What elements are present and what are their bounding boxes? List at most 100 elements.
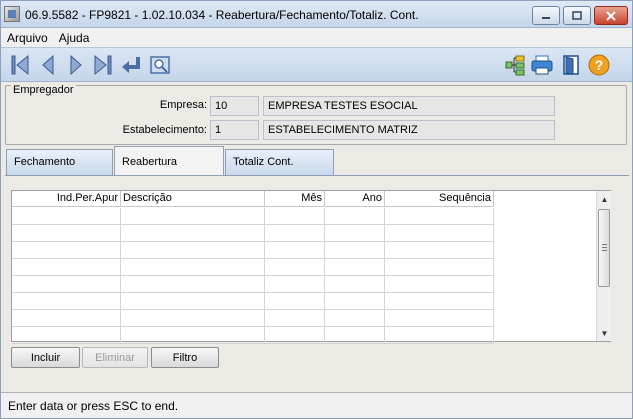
minimize-icon — [542, 16, 550, 19]
table-cell[interactable] — [325, 225, 385, 242]
table-cell[interactable] — [12, 276, 121, 293]
table-cell[interactable] — [325, 242, 385, 259]
previous-record-button[interactable] — [37, 54, 59, 76]
minimize-button[interactable] — [532, 6, 560, 25]
eliminar-button[interactable]: Eliminar — [82, 347, 148, 368]
title-bar[interactable]: 06.9.5582 - FP9821 - 1.02.10.034 - Reabe… — [1, 1, 632, 28]
table-cell[interactable] — [265, 310, 325, 327]
table-cell[interactable] — [325, 310, 385, 327]
table-row[interactable] — [12, 242, 494, 259]
return-icon — [122, 57, 140, 73]
previous-record-icon — [42, 54, 54, 76]
table-cell[interactable] — [12, 310, 121, 327]
status-text: Enter data or press ESC to end. — [8, 399, 179, 413]
table-cell[interactable] — [12, 225, 121, 242]
print-icon — [531, 55, 553, 75]
last-record-icon — [94, 54, 112, 76]
close-button[interactable] — [594, 6, 628, 25]
table-cell[interactable] — [121, 242, 265, 259]
maximize-button[interactable] — [563, 6, 591, 25]
tab-divider — [5, 175, 629, 176]
tree-icon — [505, 55, 525, 76]
filtro-button[interactable]: Filtro — [151, 347, 219, 368]
next-record-button[interactable] — [65, 54, 87, 76]
vertical-scrollbar[interactable]: ▲ ▼ — [596, 191, 611, 341]
table-row[interactable] — [12, 208, 494, 225]
table-cell[interactable] — [12, 242, 121, 259]
help-icon: ? — [588, 54, 610, 76]
table-cell[interactable] — [121, 208, 265, 225]
table-cell[interactable] — [325, 208, 385, 225]
table-cell[interactable] — [385, 225, 494, 242]
estabelecimento-code-field[interactable]: 1 — [210, 120, 259, 140]
scroll-thumb[interactable] — [598, 209, 610, 287]
table-row[interactable] — [12, 310, 494, 327]
tab-totaliz-cont[interactable]: Totaliz Cont. — [225, 149, 334, 175]
table-cell[interactable] — [265, 276, 325, 293]
table-cell[interactable] — [12, 208, 121, 225]
table-cell[interactable] — [265, 208, 325, 225]
column-header-ind-per-apur[interactable]: Ind.Per.Apur — [12, 191, 121, 207]
table-row[interactable] — [12, 259, 494, 276]
maximize-icon — [572, 11, 582, 20]
table-cell[interactable] — [12, 259, 121, 276]
table-row[interactable] — [12, 327, 494, 344]
print-button[interactable] — [531, 54, 553, 76]
reabertura-table[interactable]: Ind.Per.Apur Descrição Mês Ano Sequência… — [11, 190, 611, 344]
table-cell[interactable] — [385, 293, 494, 310]
table-cell[interactable] — [121, 225, 265, 242]
table-cell[interactable] — [121, 293, 265, 310]
table-row[interactable] — [12, 293, 494, 310]
application-window: 06.9.5582 - FP9821 - 1.02.10.034 - Reabe… — [0, 0, 633, 419]
table-cell[interactable] — [385, 208, 494, 225]
scroll-down-arrow[interactable]: ▼ — [597, 325, 612, 341]
empresa-code-field[interactable]: 10 — [210, 96, 259, 116]
column-header-descricao[interactable]: Descrição — [121, 191, 265, 207]
status-bar: Enter data or press ESC to end. — [1, 392, 632, 418]
empresa-label: Empresa: — [159, 99, 207, 111]
table-cell[interactable] — [265, 293, 325, 310]
table-cell[interactable] — [325, 259, 385, 276]
table-cell[interactable] — [385, 242, 494, 259]
table-cell[interactable] — [265, 259, 325, 276]
table-cell[interactable] — [325, 293, 385, 310]
help-button[interactable]: ? — [588, 54, 610, 76]
tab-fechamento[interactable]: Fechamento — [6, 149, 113, 175]
table-cell[interactable] — [385, 259, 494, 276]
menu-ajuda[interactable]: Ajuda — [53, 31, 95, 45]
table-cell[interactable] — [121, 327, 265, 344]
table-cell[interactable] — [325, 327, 385, 344]
svg-text:?: ? — [595, 57, 604, 73]
incluir-button[interactable]: Incluir — [11, 347, 80, 368]
table-cell[interactable] — [265, 327, 325, 344]
menu-arquivo[interactable]: Arquivo — [1, 31, 53, 45]
table-cell[interactable] — [121, 259, 265, 276]
table-cell[interactable] — [12, 327, 121, 344]
exit-button[interactable] — [560, 54, 582, 76]
return-button[interactable] — [120, 54, 142, 76]
table-cell[interactable] — [385, 310, 494, 327]
table-cell[interactable] — [265, 225, 325, 242]
table-cell[interactable] — [325, 276, 385, 293]
next-record-icon — [70, 54, 82, 76]
table-cell[interactable] — [385, 276, 494, 293]
table-row[interactable] — [12, 276, 494, 293]
table-cell[interactable] — [12, 293, 121, 310]
tree-button[interactable] — [504, 54, 526, 76]
first-record-button[interactable] — [9, 54, 31, 76]
last-record-button[interactable] — [92, 54, 114, 76]
window-title: 06.9.5582 - FP9821 - 1.02.10.034 - Reabe… — [25, 8, 419, 22]
table-row[interactable] — [12, 225, 494, 242]
table-cell[interactable] — [121, 310, 265, 327]
close-icon — [606, 10, 616, 21]
table-cell[interactable] — [385, 327, 494, 344]
column-header-mes[interactable]: Mês — [265, 191, 325, 207]
column-header-ano[interactable]: Ano — [325, 191, 385, 207]
column-header-sequencia[interactable]: Sequência — [385, 191, 494, 207]
table-cell[interactable] — [121, 276, 265, 293]
preview-button[interactable] — [149, 54, 171, 76]
scroll-up-arrow[interactable]: ▲ — [597, 191, 612, 207]
exit-door-icon — [563, 55, 579, 75]
tab-reabertura[interactable]: Reabertura — [114, 146, 224, 176]
table-cell[interactable] — [265, 242, 325, 259]
